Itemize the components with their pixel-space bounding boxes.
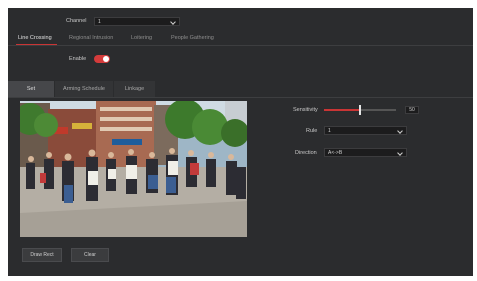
sensitivity-slider-handle[interactable] (359, 105, 361, 115)
chevron-down-icon (397, 128, 403, 134)
tab-people-gathering[interactable]: People Gathering (171, 35, 214, 41)
subtab-arming-schedule[interactable]: Arming Schedule (55, 81, 113, 97)
channel-select[interactable]: 1 (94, 17, 180, 26)
camera-preview[interactable] (20, 101, 247, 237)
line-crossing-panel: Channel 1 Line Crossing Regional Intrusi… (8, 8, 473, 276)
tab-loitering[interactable]: Loitering (131, 35, 152, 41)
street-scene-image (20, 101, 247, 237)
clear-button[interactable]: Clear (71, 248, 109, 262)
sensitivity-label: Sensitivity (293, 107, 318, 113)
enable-toggle[interactable] (94, 55, 110, 63)
sensitivity-slider-fill (324, 109, 360, 111)
tab-regional-intrusion[interactable]: Regional Intrusion (69, 35, 113, 41)
channel-label: Channel (66, 18, 87, 24)
rule-label: Rule (306, 128, 318, 134)
channel-value: 1 (98, 19, 101, 25)
rule-value: 1 (328, 128, 331, 134)
tab-divider (8, 45, 473, 46)
chevron-down-icon (397, 150, 403, 156)
toggle-knob (103, 56, 109, 62)
subtab-set[interactable]: Set (8, 81, 54, 97)
tab-line-crossing[interactable]: Line Crossing (18, 35, 52, 41)
draw-rect-button[interactable]: Draw Rect (22, 248, 62, 262)
direction-label: Direction (295, 150, 317, 156)
direction-value: A<->B (328, 150, 343, 156)
enable-label: Enable (69, 56, 87, 62)
sensitivity-value[interactable]: 50 (405, 106, 419, 114)
subtab-divider (8, 97, 473, 98)
rule-select[interactable]: 1 (324, 126, 407, 135)
subtab-linkage[interactable]: Linkage (114, 81, 155, 97)
chevron-down-icon (170, 19, 176, 25)
direction-select[interactable]: A<->B (324, 148, 407, 157)
